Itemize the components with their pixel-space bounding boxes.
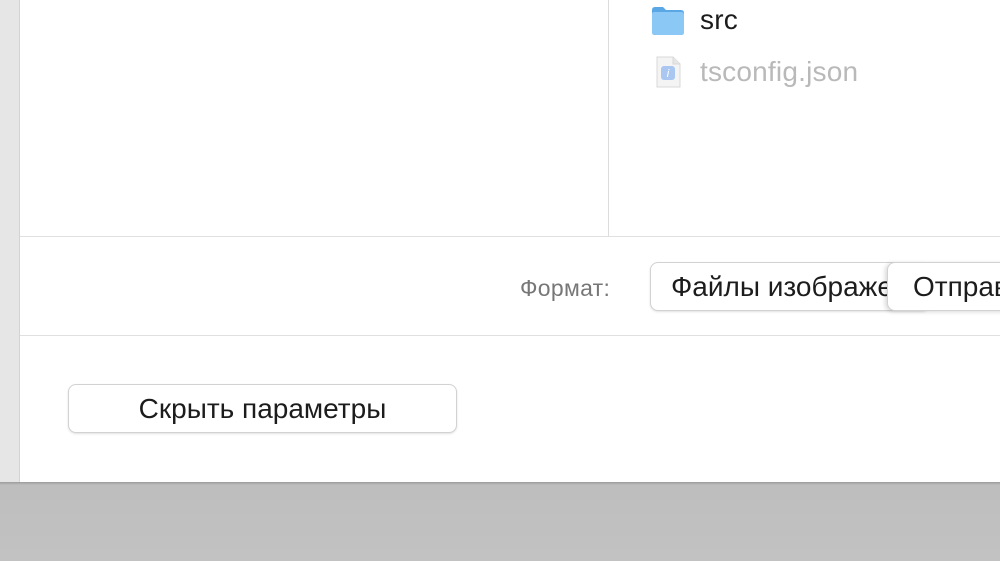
hide-options-button[interactable]: Скрыть параметры xyxy=(68,384,457,433)
svg-text:i: i xyxy=(666,67,669,80)
file-row-tsconfig: i tsconfig.json xyxy=(650,52,858,92)
send-button[interactable]: Отправить xyxy=(887,262,1000,311)
folder-icon xyxy=(650,3,686,37)
json-file-icon: i xyxy=(650,55,686,89)
file-browser-pane: src i tsconfig.json xyxy=(610,0,1000,237)
dialog-shadow xyxy=(0,482,1000,485)
file-name: src xyxy=(700,4,738,35)
section-divider xyxy=(20,335,1000,336)
format-label: Формат: xyxy=(520,275,611,301)
section-divider xyxy=(20,236,1000,237)
file-row-src[interactable]: src xyxy=(650,0,738,40)
file-name: tsconfig.json xyxy=(700,56,859,87)
save-dialog: src i tsconfig.json Формат: Файлы изобра… xyxy=(19,0,1000,482)
background-window-edge xyxy=(0,0,19,482)
sidebar-pane xyxy=(20,0,609,237)
